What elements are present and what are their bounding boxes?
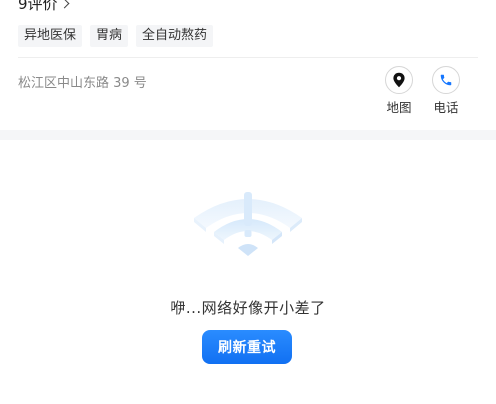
tag-list: 异地医保 胃病 全自动熬药 bbox=[18, 25, 214, 47]
phone-icon-circle bbox=[432, 66, 460, 94]
phone-label: 电话 bbox=[433, 100, 459, 115]
map-icon-circle bbox=[385, 66, 413, 94]
retry-button[interactable]: 刷新重试 bbox=[202, 330, 292, 364]
phone-button[interactable]: 电话 bbox=[426, 66, 466, 116]
store-address: 松江区中山东路 39 号 bbox=[18, 76, 147, 91]
wifi-error-illustration bbox=[194, 192, 302, 256]
location-pin-icon bbox=[393, 72, 405, 88]
network-error-state: 咿...网络好像开小差了 刷新重试 bbox=[0, 140, 496, 404]
tag-item: 全自动熬药 bbox=[136, 25, 214, 47]
map-label: 地图 bbox=[386, 100, 412, 115]
reviews-label: 9评价 bbox=[18, 0, 58, 13]
error-message: 咿...网络好像开小差了 bbox=[170, 299, 326, 317]
tag-item: 胃病 bbox=[90, 25, 129, 47]
section-separator bbox=[0, 130, 496, 140]
store-info-card: 9评价 异地医保 胃病 全自动熬药 松江区中山东路 39 号 地图 电话 bbox=[0, 0, 496, 130]
phone-icon bbox=[440, 74, 452, 86]
chevron-right-icon bbox=[59, 0, 69, 9]
map-button[interactable]: 地图 bbox=[379, 66, 419, 116]
tag-item: 异地医保 bbox=[18, 25, 83, 47]
reviews-link[interactable]: 9评价 bbox=[18, 0, 69, 14]
divider bbox=[18, 57, 478, 58]
